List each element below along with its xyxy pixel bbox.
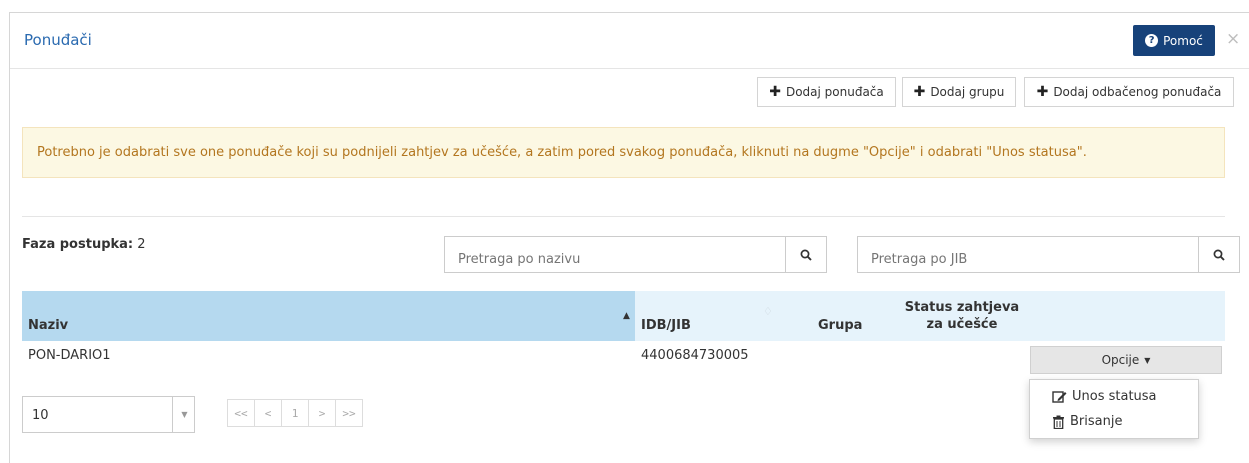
pagination: << < 1 > >> [227,399,363,427]
sort-asc-icon: ▲ [623,311,630,321]
column-status-line2: za učešće [926,317,998,332]
sort-both-icon: ♢ [763,305,773,318]
column-status-line1: Status zahtjeva [904,300,1020,315]
add-rejected-bidder-button[interactable]: ✚ Dodaj odbačenog ponuđača [1024,77,1234,107]
search-name-input[interactable] [444,236,786,273]
add-bidder-button[interactable]: ✚ Dodaj ponuđača [757,77,896,107]
menu-item-label: Unos statusa [1072,389,1157,404]
question-icon: ? [1145,34,1159,47]
caret-down-icon: ▼ [172,397,196,432]
row-naziv: PON-DARIO1 [28,348,111,363]
search-name-button[interactable] [785,236,827,273]
menu-item-unos-statusa[interactable]: Unos statusa [1052,389,1157,404]
options-button[interactable]: Opcije ▼ [1030,346,1222,374]
menu-item-brisanje[interactable]: Brisanje [1052,414,1122,429]
first-page-button[interactable]: << [227,399,255,427]
menu-item-label: Brisanje [1070,414,1123,429]
plus-icon: ✚ [769,84,781,100]
info-alert: Potrebno je odabrati sve one ponuđače ko… [22,127,1225,178]
page-size-value: 10 [32,408,49,423]
table-header: Naziv ▲ IDB/JIB ♢ Grupa Status zahtjeva … [22,291,1225,341]
modal-title: Ponuđači [24,31,92,49]
search-icon [800,249,812,261]
modal-header: Ponuđači ? Pomoć × [10,13,1249,69]
phase-label: Faza postupka: [22,237,134,252]
add-group-label: Dodaj grupu [930,85,1005,99]
column-status: Status zahtjeva za učešće [902,299,1022,333]
search-jib-input[interactable] [857,236,1199,273]
add-group-button[interactable]: ✚ Dodaj grupu [902,77,1016,107]
help-button-label: Pomoć [1163,33,1203,48]
divider [22,216,1225,217]
alert-text: Potrebno je odabrati sve one ponuđače ko… [37,145,1087,160]
page-1-button[interactable]: 1 [281,399,309,427]
close-icon[interactable]: × [1226,29,1240,49]
options-menu: Unos statusa Brisanje [1029,379,1199,439]
add-rejected-label: Dodaj odbačenog ponuđača [1053,85,1222,99]
options-label: Opcije [1101,353,1140,367]
column-idb[interactable]: IDB/JIB ♢ [635,291,790,341]
prev-page-button[interactable]: < [254,399,282,427]
phase-value: 2 [137,237,146,252]
column-grupa-label: Grupa [818,318,863,333]
search-jib-button[interactable] [1198,236,1240,273]
phase-info: Faza postupka: 2 [22,237,146,252]
column-idb-label: IDB/JIB [641,318,691,333]
add-bidder-label: Dodaj ponuđača [785,85,884,99]
column-naziv[interactable]: Naziv ▲ [22,291,635,341]
page-size-select[interactable]: 10 ▼ [22,396,195,433]
help-button[interactable]: ? Pomoć [1133,25,1215,56]
plus-icon: ✚ [1036,84,1049,100]
caret-down-icon: ▼ [1144,355,1151,365]
search-icon [1213,249,1225,261]
row-idb: 4400684730005 [641,348,749,363]
last-page-button[interactable]: >> [335,399,363,427]
trash-icon [1053,415,1064,429]
column-naziv-label: Naziv [28,318,69,333]
plus-icon: ✚ [913,84,926,100]
next-page-button[interactable]: > [308,399,336,427]
edit-icon [1052,390,1067,403]
